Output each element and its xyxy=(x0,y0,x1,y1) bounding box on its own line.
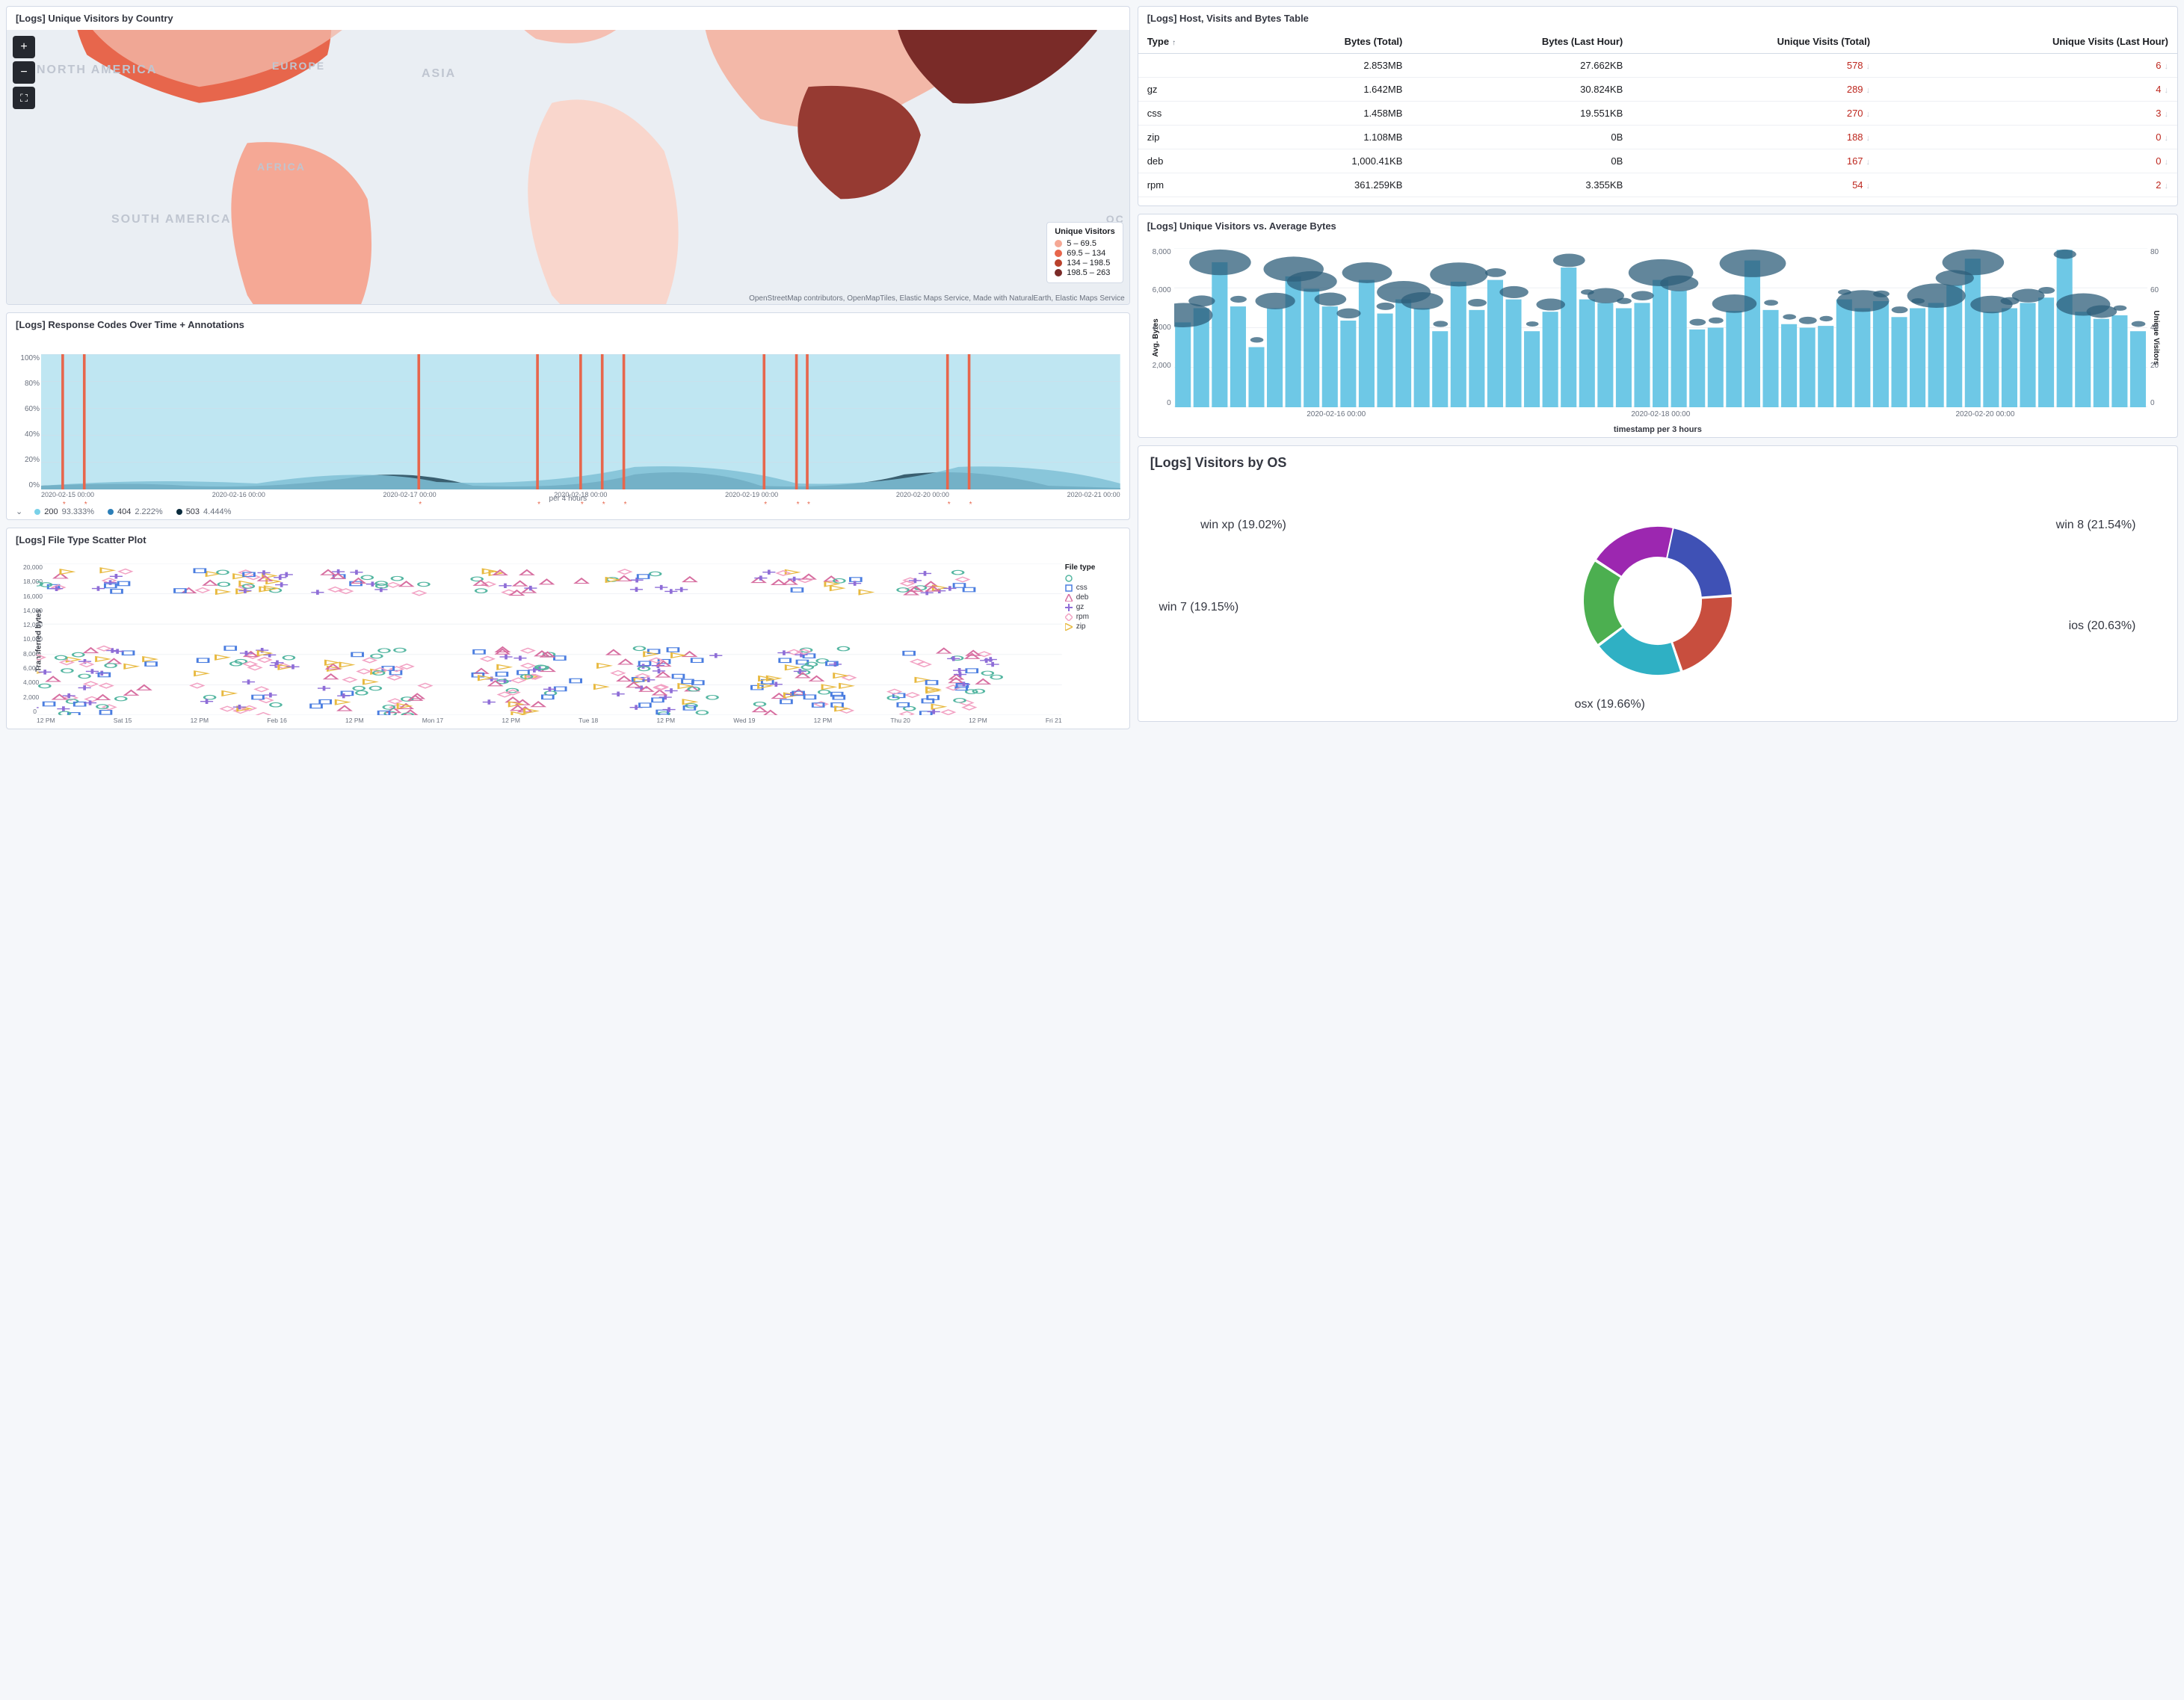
donut-chart[interactable] xyxy=(1153,495,2162,706)
scatter-legend-item[interactable]: css xyxy=(1065,584,1125,592)
resp-x-label: per 4 hours xyxy=(549,495,587,503)
resp-legend: ⌄ 20093.333%4042.222%5034.444% per 4 hou… xyxy=(16,507,1120,516)
table-header[interactable]: Unique Visits (Total) xyxy=(1632,30,1879,54)
table-header[interactable]: Bytes (Last Hour) xyxy=(1411,30,1632,54)
map-legend-row: 69.5 – 134 xyxy=(1055,249,1114,258)
zoom-out-button[interactable]: − xyxy=(13,61,35,84)
resp-legend-item[interactable]: 4042.222% xyxy=(108,507,163,516)
scatter-legend: File type cssdebgz rpmzip xyxy=(1065,563,1125,632)
scatter-legend-item[interactable]: gz xyxy=(1065,603,1125,611)
combo-x-label: timestamp per 3 hours xyxy=(1138,425,2177,434)
map-attribution: OpenStreetMap contributors, OpenMapTiles… xyxy=(749,294,1125,303)
table-row[interactable]: 2.853MB 27.662KB 578↓ 6↓ xyxy=(1138,54,2177,78)
scatter-x-axis: 12 PMSat 1512 PMFeb 1612 PMMon 1712 PMTu… xyxy=(37,717,1062,727)
scatter-title: [Logs] File Type Scatter Plot xyxy=(7,528,1129,551)
scatter-legend-item[interactable]: deb xyxy=(1065,593,1125,602)
map-legend-row: 5 – 69.5 xyxy=(1055,239,1114,248)
resp-y-axis: 100%80%60%40%20%0% xyxy=(10,354,40,489)
resp-area-chart[interactable] xyxy=(41,354,1120,489)
combo-yl-axis: 8,0006,0004,0002,0000 xyxy=(1143,248,1171,407)
scatter-legend-item[interactable]: zip xyxy=(1065,622,1125,631)
scatter-chart[interactable] xyxy=(37,563,1062,715)
combo-chart[interactable] xyxy=(1174,248,2147,407)
scatter-legend-item[interactable]: rpm xyxy=(1065,613,1125,621)
table-row[interactable]: css 1.458MB 19.551KB 270↓ 3↓ xyxy=(1138,102,2177,126)
map-legend-row: 198.5 – 263 xyxy=(1055,268,1114,277)
scatter-y-axis: 20,00018,00016,00014,00012,00010,0008,00… xyxy=(23,563,37,715)
combo-x-axis: 2020-02-16 00:002020-02-18 00:002020-02-… xyxy=(1174,410,2147,421)
table-header[interactable]: Unique Visits (Last Hour) xyxy=(1879,30,2177,54)
table-row[interactable]: zip 1.108MB 0B 188↓ 0↓ xyxy=(1138,126,2177,149)
table-header[interactable]: Bytes (Total) xyxy=(1242,30,1412,54)
zoom-in-button[interactable]: + xyxy=(13,36,35,58)
host-visits-table: Type↑Bytes (Total)Bytes (Last Hour)Uniqu… xyxy=(1138,30,2177,197)
map-legend-row: 134 – 198.5 xyxy=(1055,259,1114,268)
donut-panel: [Logs] Visitors by OS win xp (19.02%) win… xyxy=(1138,445,2178,722)
donut-slice-label: win 8 (21.54%) xyxy=(2056,519,2136,532)
donut-slice-label: win 7 (19.15%) xyxy=(1159,601,1238,614)
response-codes-panel: [Logs] Response Codes Over Time + Annota… xyxy=(6,312,1130,520)
scatter-legend-item[interactable] xyxy=(1065,575,1125,582)
scatter-panel: [Logs] File Type Scatter Plot Transferre… xyxy=(6,528,1130,729)
table-row[interactable]: gz 1.642MB 30.824KB 289↓ 4↓ xyxy=(1138,78,2177,102)
map-legend-title: Unique Visitors xyxy=(1055,227,1114,236)
table-panel: [Logs] Host, Visits and Bytes Table Type… xyxy=(1138,6,2178,206)
choropleth-map[interactable]: NORTH AMERICA SOUTH AMERICA EUROPE AFRIC… xyxy=(7,30,1129,304)
combo-yr-axis: 806040200 xyxy=(2150,248,2173,407)
table-row[interactable]: deb 1,000.41KB 0B 167↓ 0↓ xyxy=(1138,149,2177,173)
combo-title: [Logs] Unique Visitors vs. Average Bytes xyxy=(1138,214,2177,238)
scatter-legend-title: File type xyxy=(1065,563,1125,572)
donut-title: [Logs] Visitors by OS xyxy=(1138,446,2177,480)
donut-slice-label: win xp (19.02%) xyxy=(1200,519,1286,532)
donut-slice-label: osx (19.66%) xyxy=(1575,698,1645,711)
resp-legend-item[interactable]: 20093.333% xyxy=(34,507,94,516)
crop-button[interactable]: ⛶ xyxy=(13,87,35,109)
donut-slice-label: ios (20.63%) xyxy=(2069,619,2136,633)
response-codes-title: [Logs] Response Codes Over Time + Annota… xyxy=(7,313,1129,336)
table-header[interactable]: Type↑ xyxy=(1138,30,1242,54)
table-title: [Logs] Host, Visits and Bytes Table xyxy=(1138,7,2177,30)
combo-panel: [Logs] Unique Visitors vs. Average Bytes… xyxy=(1138,214,2178,438)
table-row[interactable]: rpm 361.259KB 3.355KB 54↓ 2↓ xyxy=(1138,173,2177,197)
map-panel: [Logs] Unique Visitors by Country xyxy=(6,6,1130,305)
map-legend: Unique Visitors 5 – 69.569.5 – 134134 – … xyxy=(1046,222,1123,283)
resp-legend-item[interactable]: 5034.444% xyxy=(176,507,232,516)
chevron-down-icon[interactable]: ⌄ xyxy=(16,507,22,516)
map-panel-title: [Logs] Unique Visitors by Country xyxy=(7,7,1129,30)
